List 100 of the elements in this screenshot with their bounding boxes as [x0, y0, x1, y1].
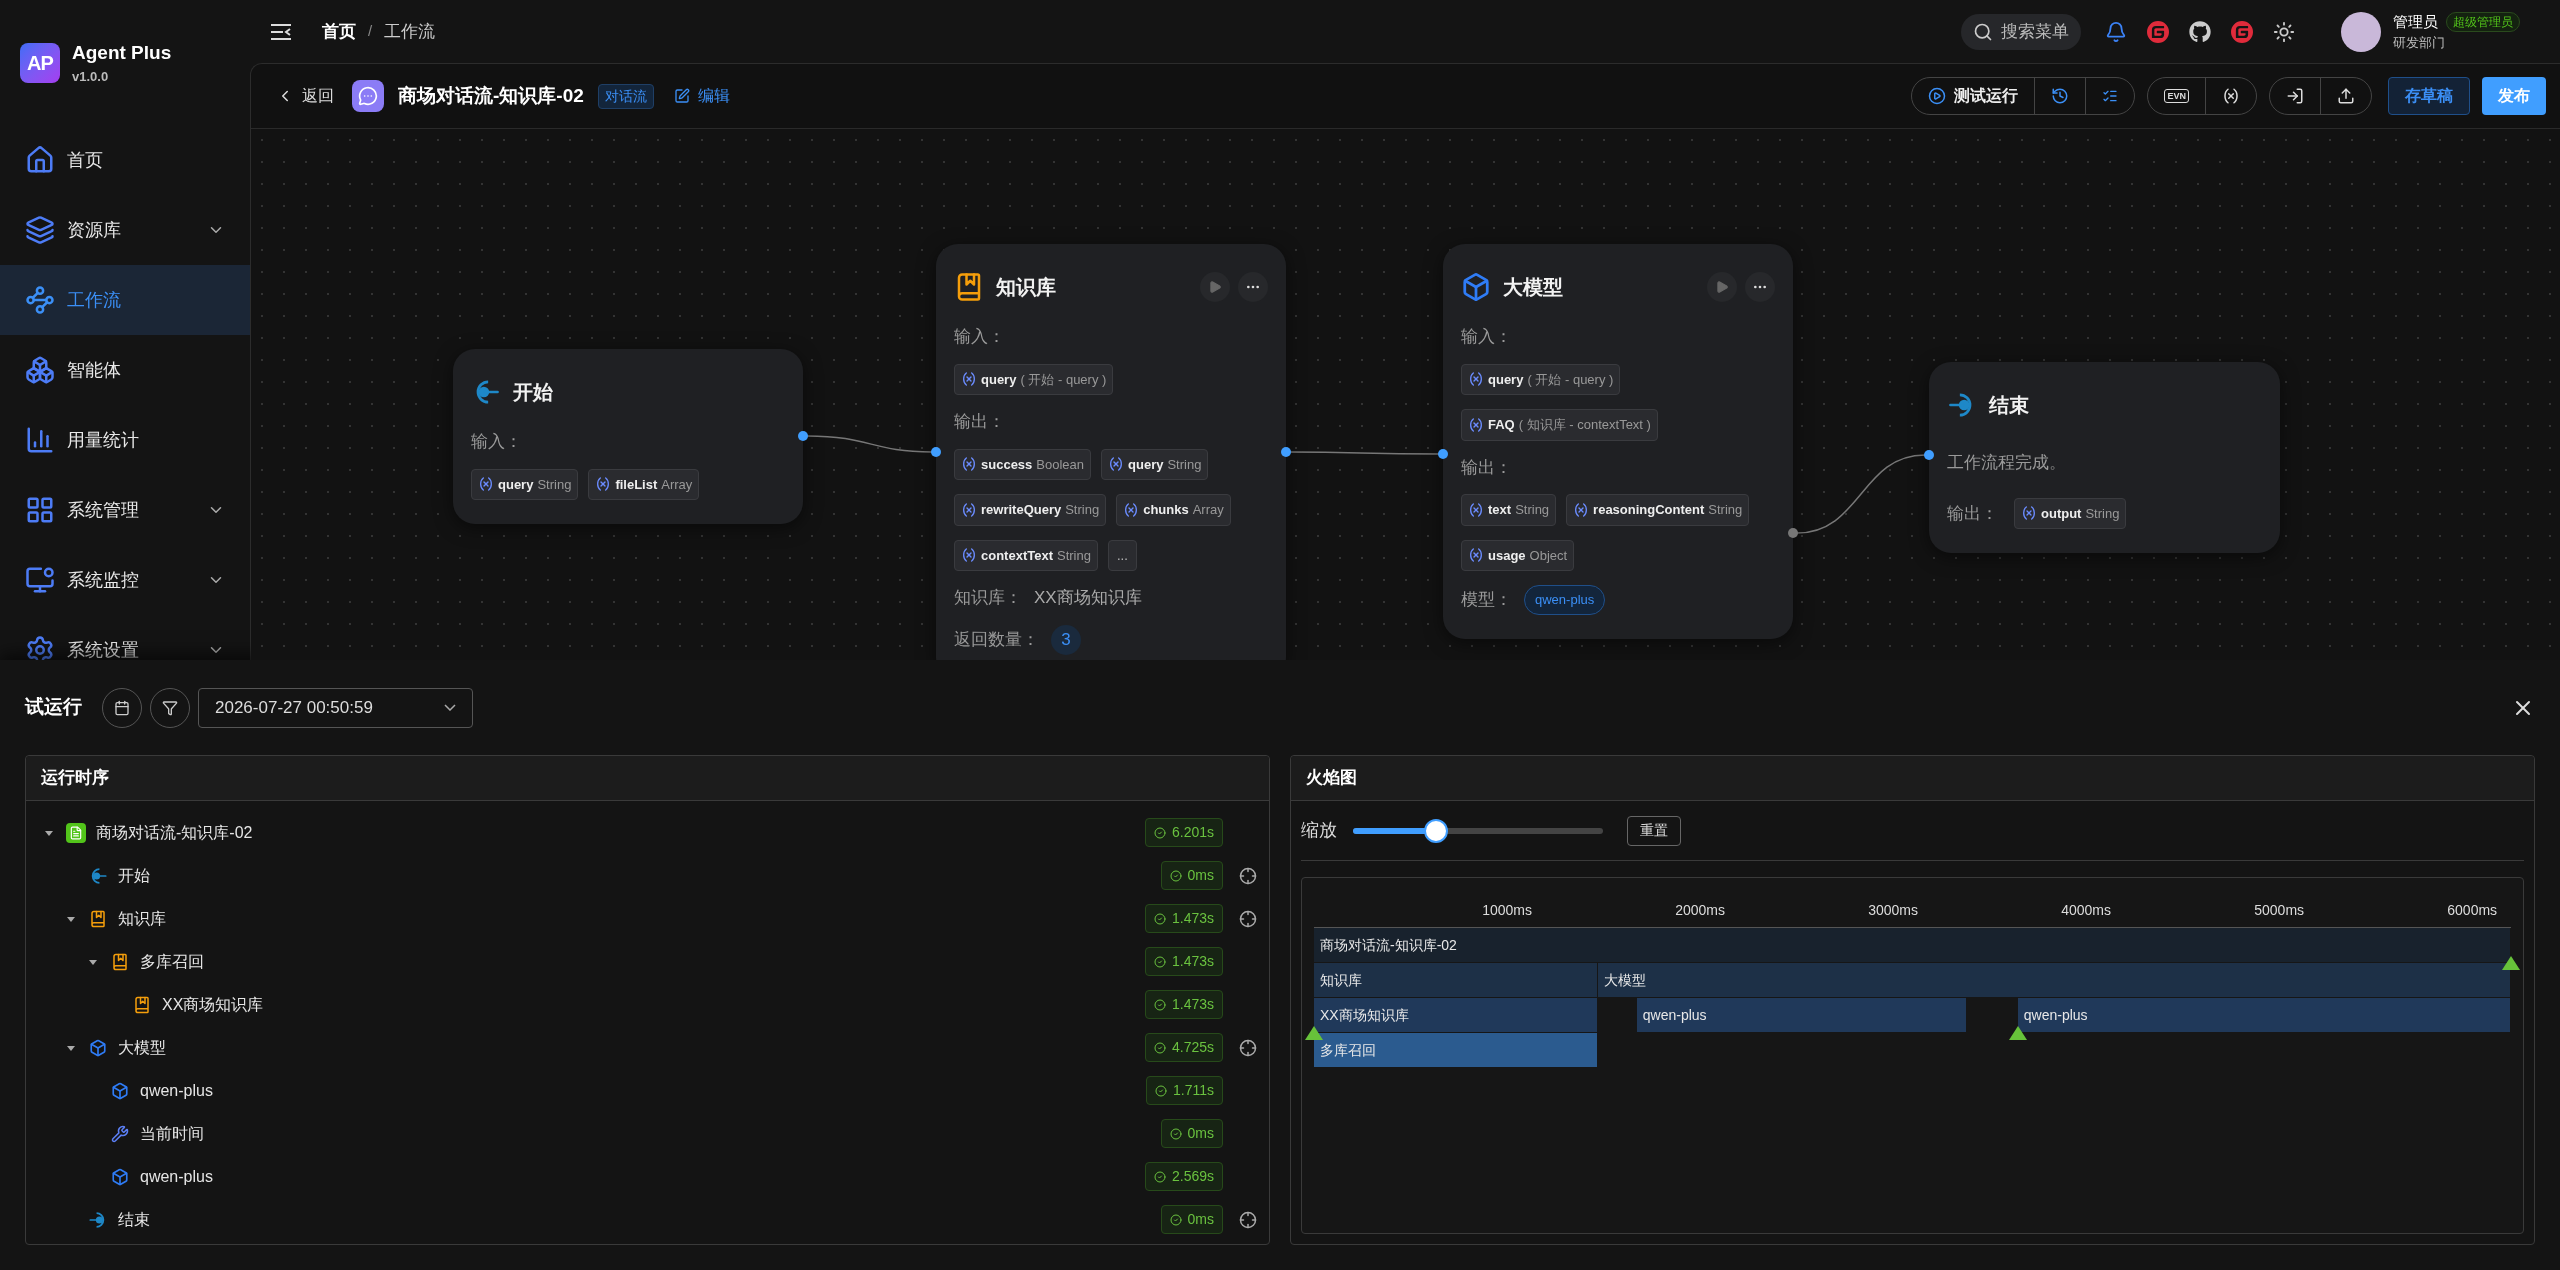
letter-logo-icon[interactable] [2147, 20, 2169, 43]
variable-icon [1468, 371, 1484, 388]
tree-label[interactable]: 多库召回 [140, 949, 1145, 974]
back-button[interactable]: 返回 [276, 84, 334, 108]
variable-type: String [1167, 455, 1202, 474]
chat-app-icon [352, 80, 384, 112]
flame-bar[interactable]: 商场对话流-知识库-02 [1314, 928, 2510, 962]
flame-bar[interactable]: 多库召回 [1314, 1033, 1598, 1067]
avatar[interactable] [2341, 11, 2381, 52]
search-menu-button[interactable]: 搜索菜单 [1961, 13, 2081, 50]
variable-type: Boolean [1036, 455, 1085, 474]
sidebar-item[interactable]: 系统监控 [0, 545, 250, 615]
sidebar-item[interactable]: 工作流 [0, 265, 250, 335]
flame-bar[interactable]: 知识库 [1314, 963, 1598, 997]
tree-label[interactable]: 结束 [118, 1207, 1161, 1232]
cube-icon [111, 1167, 129, 1186]
locate-button[interactable] [1239, 1210, 1257, 1229]
flame-bar-label: qwen-plus [2023, 1005, 2088, 1025]
variable-name: query [1128, 455, 1164, 474]
edit-link[interactable]: 编辑 [673, 84, 730, 108]
run-node-button[interactable] [1200, 272, 1230, 302]
variable-type: String [1065, 501, 1100, 519]
check-icon [1169, 1213, 1182, 1226]
sidebar-item[interactable]: 资源库 [0, 195, 250, 265]
cube-icon [111, 1081, 129, 1100]
menu-fold-icon[interactable] [270, 22, 292, 41]
zoom-slider[interactable] [1353, 818, 1603, 843]
sidebar-item[interactable]: 系统管理 [0, 475, 250, 545]
variable-icon [2021, 505, 2037, 522]
save-draft-button[interactable]: 存草稿 [2388, 77, 2470, 115]
book-icon [133, 995, 151, 1014]
sidebar-label: 资源库 [67, 218, 122, 242]
letter-logo-icon[interactable] [2231, 20, 2253, 43]
locate-button[interactable] [1239, 1038, 1257, 1057]
variable-source: ( 开始 - query ) [1020, 370, 1107, 389]
tree-label[interactable]: XX商场知识库 [162, 992, 1145, 1017]
sidebar-item[interactable]: 首页 [0, 125, 250, 195]
node-card[interactable]: 开始 输入： query String fileList Array [453, 349, 803, 524]
tree-label[interactable]: qwen-plus [140, 1164, 1145, 1189]
variable-name: reasoningContent [1593, 501, 1705, 519]
flame-bar-label: 知识库 [1320, 970, 1362, 990]
run-node-button[interactable] [1707, 272, 1737, 302]
variable-icon [1468, 416, 1484, 433]
cubes-icon [25, 355, 55, 385]
flame-bar[interactable]: qwen-plus [2017, 998, 2510, 1032]
sun-icon[interactable] [2273, 20, 2295, 43]
search-icon [1973, 21, 1993, 42]
variable-icon [1573, 501, 1590, 518]
sidebar-label: 系统设置 [67, 638, 140, 660]
cube-icon [89, 1038, 107, 1057]
chevron-down-icon [444, 704, 456, 711]
axis-tick-label: 3000ms [1868, 901, 1918, 920]
duration-text: 0ms [1187, 1210, 1214, 1229]
variable-icon [595, 476, 612, 493]
book-icon [111, 952, 129, 971]
bell-icon[interactable] [2105, 20, 2127, 43]
axis-tick-label: 2000ms [1675, 901, 1725, 920]
locate-button[interactable] [1239, 866, 1257, 885]
variable-name: rewriteQuery [981, 501, 1062, 519]
tree-label[interactable]: 开始 [118, 863, 1161, 888]
variable-name: usage [1488, 546, 1526, 565]
monitor-icon [25, 565, 55, 595]
github-icon[interactable] [2189, 20, 2211, 43]
user-name: 管理员 [2393, 11, 2438, 32]
breadcrumb-link[interactable]: 首页 [322, 18, 356, 45]
node-card[interactable]: 知识库 输入： query ( 开始 - query ) 输出： success Boolean query String rewriteQuery String chunks Array contextText String ... 知识库： XX商场知识库 返回数量： 3 [936, 244, 1286, 660]
sidebar-item[interactable]: 用量统计 [0, 405, 250, 475]
flame-bar[interactable]: XX商场知识库 [1314, 998, 1598, 1032]
sidebar-item[interactable]: 智能体 [0, 335, 250, 405]
flame-bar[interactable]: 大模型 [1598, 963, 2510, 997]
node-card[interactable]: 结束 工作流程完成。 输出： output String [1929, 362, 2280, 553]
locate-button[interactable] [1239, 909, 1257, 928]
section-label: 输出： [954, 411, 1006, 433]
variable-type: String [1515, 501, 1550, 519]
tree-label[interactable]: 商场对话流-知识库-02 [96, 820, 1145, 845]
more-chip[interactable]: ... [1107, 539, 1137, 571]
flame-bar-label: XX商场知识库 [1320, 1005, 1409, 1025]
variable-name: query [1488, 370, 1524, 389]
variable-icon [478, 476, 494, 493]
node-card[interactable]: 大模型 输入： query ( 开始 - query ) FAQ ( 知识库 - contextText ) 输出： text String reasoningContent String usage Object 模型： qwen-plus [1443, 244, 1793, 639]
flame-bar[interactable]: qwen-plus [1636, 998, 1967, 1032]
run-time-select[interactable]: 2026-07-27 00:50:59 [198, 687, 473, 728]
variable-icon [1468, 501, 1484, 518]
flame-bar-label: 大模型 [1604, 970, 1647, 990]
variable-name: fileList [615, 475, 658, 494]
layers-icon [25, 215, 55, 245]
slider-thumb[interactable] [1423, 818, 1448, 843]
grid-icon [25, 495, 55, 525]
tree-label[interactable]: qwen-plus [140, 1078, 1146, 1103]
tree-label[interactable]: 当前时间 [140, 1121, 1161, 1146]
tree-label[interactable]: 大模型 [118, 1035, 1145, 1060]
variable-source: ( 开始 - query ) [1527, 370, 1614, 389]
duration-text: 1.473s [1171, 909, 1214, 928]
tree-label[interactable]: 知识库 [118, 906, 1145, 931]
variable-icon [1468, 547, 1484, 564]
duration-text: 1.473s [1171, 952, 1214, 971]
sidebar-item[interactable]: 系统设置 [0, 615, 250, 660]
upload-icon [2337, 87, 2355, 105]
reset-button[interactable]: 重置 [1627, 815, 1681, 846]
axis-tick-label: 4000ms [2061, 901, 2112, 920]
